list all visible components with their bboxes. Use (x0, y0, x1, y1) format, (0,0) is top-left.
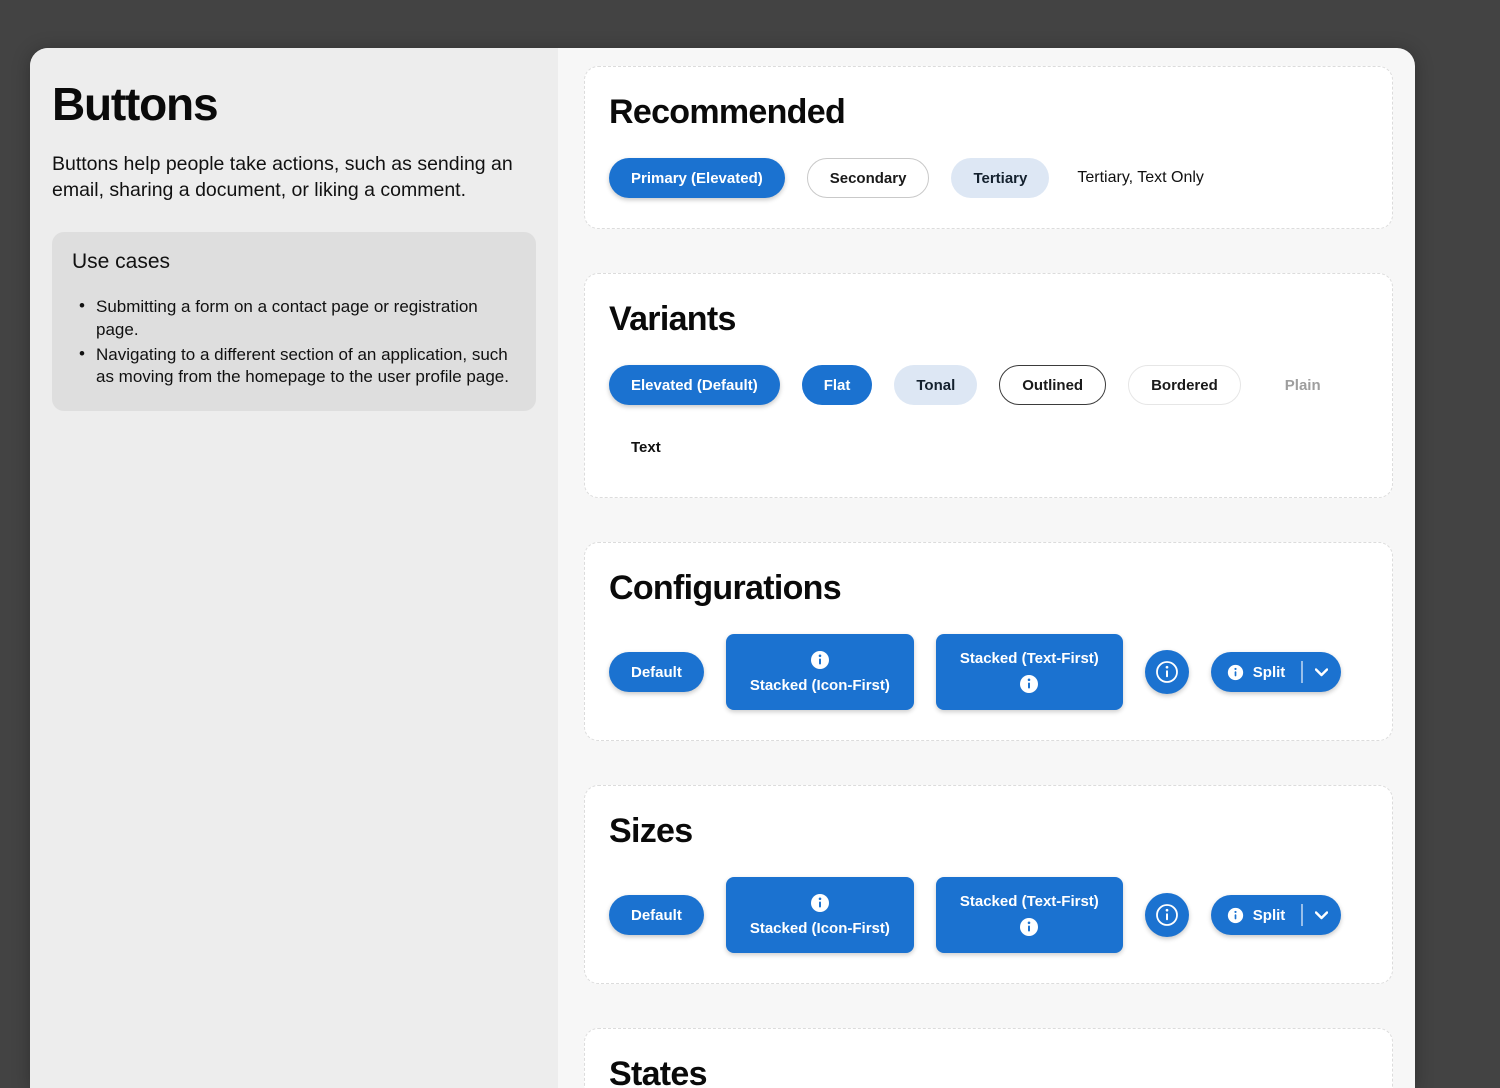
section-title: Recommended (609, 93, 846, 131)
button-tertiary-text-only[interactable]: Tertiary, Text Only (1071, 158, 1210, 198)
button-label: Split (1252, 663, 1286, 681)
page-title: Buttons (52, 78, 219, 130)
section-title: States (609, 1055, 708, 1088)
list-item: Navigating to a different section of an … (72, 343, 516, 390)
button-default[interactable]: Default (609, 895, 704, 935)
button-stacked-icon-first[interactable]: Stacked (Icon-First) (725, 877, 914, 953)
button-flat[interactable]: Flat (801, 365, 873, 405)
info-outline-icon (1154, 902, 1180, 928)
button-primary-elevated[interactable]: Primary (Elevated) (609, 158, 785, 198)
use-cases-list: Submitting a form on a contact page or r… (72, 295, 516, 390)
sidebar: Buttons Buttons help people take actions… (30, 48, 558, 1088)
button-label: Stacked (Icon-First) (749, 920, 890, 937)
button-icon-only[interactable] (1144, 650, 1189, 694)
button-tertiary[interactable]: Tertiary (951, 158, 1050, 198)
split-dropdown-toggle[interactable] (1303, 652, 1341, 692)
button-icon-only[interactable] (1144, 893, 1189, 937)
section-title: Sizes (609, 812, 693, 850)
chevron-down-icon (1315, 910, 1329, 920)
button-plain[interactable]: Plain (1263, 365, 1343, 405)
button-split[interactable]: Split (1210, 652, 1341, 692)
app-window: Buttons Buttons help people take actions… (30, 48, 1415, 1088)
info-filled-icon (1019, 674, 1039, 694)
main-content: Recommended Primary (Elevated) Secondary… (558, 48, 1415, 1088)
button-label: Split (1252, 906, 1286, 924)
split-dropdown-toggle[interactable] (1303, 895, 1341, 935)
button-row: Elevated (Default) Flat Tonal Outlined B… (609, 365, 1368, 467)
button-secondary[interactable]: Secondary (806, 158, 930, 198)
button-label: Stacked (Icon-First) (749, 677, 890, 694)
info-filled-icon (1227, 907, 1244, 924)
page-description: Buttons help people take actions, such a… (52, 153, 513, 202)
info-outline-icon (1154, 659, 1180, 685)
info-filled-icon (810, 893, 830, 913)
split-primary-action[interactable]: Split (1211, 652, 1302, 692)
button-stacked-icon-first[interactable]: Stacked (Icon-First) (725, 634, 914, 710)
button-row: Default Stacked (Icon-First) Stacked (Te… (609, 877, 1368, 953)
button-row: Default Stacked (Icon-First) Stacked (Te… (609, 634, 1368, 710)
split-primary-action[interactable]: Split (1211, 895, 1302, 935)
chevron-down-icon (1315, 667, 1329, 677)
section-configurations: Configurations Default Stacked (Icon-Fir… (584, 542, 1393, 741)
section-states: States (584, 1028, 1393, 1088)
section-title: Configurations (609, 569, 842, 607)
info-filled-icon (1019, 917, 1039, 937)
button-tonal[interactable]: Tonal (894, 365, 978, 405)
section-sizes: Sizes Default Stacked (Icon-First) Stack… (584, 785, 1393, 984)
section-title: Variants (609, 300, 736, 338)
button-elevated[interactable]: Elevated (Default) (609, 365, 780, 405)
button-stacked-text-first[interactable]: Stacked (Text-First) (935, 634, 1123, 710)
button-label: Stacked (Text-First) (959, 893, 1099, 910)
button-split[interactable]: Split (1210, 895, 1341, 935)
button-label: Stacked (Text-First) (959, 650, 1099, 667)
use-cases-title: Use cases (72, 250, 171, 274)
button-outlined[interactable]: Outlined (999, 365, 1107, 405)
button-stacked-text-first[interactable]: Stacked (Text-First) (935, 877, 1123, 953)
info-filled-icon (810, 650, 830, 670)
button-row: Primary (Elevated) Secondary Tertiary Te… (609, 158, 1368, 198)
button-default[interactable]: Default (609, 652, 704, 692)
section-variants: Variants Elevated (Default) Flat Tonal O… (584, 273, 1393, 498)
info-filled-icon (1227, 664, 1244, 681)
button-bordered[interactable]: Bordered (1128, 365, 1241, 405)
list-item: Submitting a form on a contact page or r… (72, 295, 516, 342)
use-cases-card: Use cases Submitting a form on a contact… (52, 232, 536, 412)
button-text[interactable]: Text (609, 427, 683, 467)
section-recommended: Recommended Primary (Elevated) Secondary… (584, 66, 1393, 229)
